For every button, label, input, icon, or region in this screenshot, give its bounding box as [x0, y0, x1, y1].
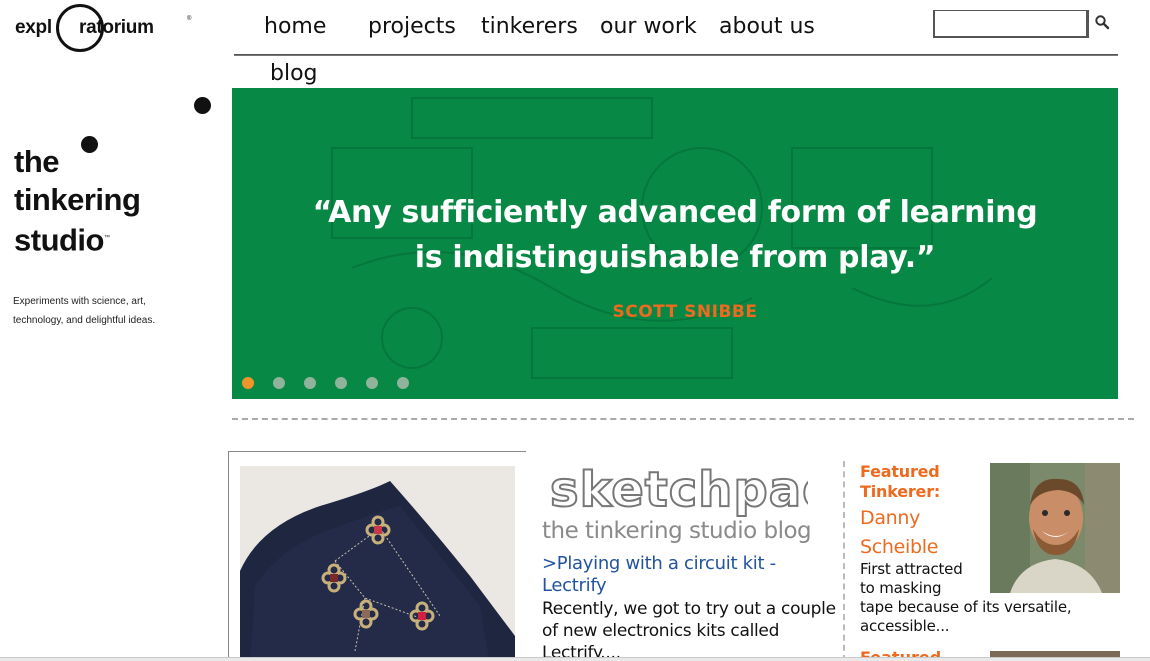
featured-tinkerer-label: Featured Tinkerer: — [860, 462, 940, 502]
felt-circuit-image — [240, 466, 515, 661]
studio-title-line: studio™ — [14, 222, 110, 258]
exploratorium-logo[interactable]: expl ratorium ® — [15, 2, 195, 54]
sketchpad-logo[interactable]: sketchpad — [548, 458, 808, 518]
sketchpad-logo-text: sketchpad — [550, 462, 808, 518]
hero-slider[interactable]: “Any sufficiently advanced form of learn… — [232, 88, 1118, 399]
excerpt-line: Recently, we got to try out a couple — [542, 599, 836, 619]
featured-label-line: Tinkerer: — [860, 482, 941, 501]
featured-name-line: Danny — [860, 507, 921, 529]
sidebar-divider — [843, 461, 845, 661]
post-photo[interactable] — [240, 466, 515, 661]
slider-dot-3[interactable] — [304, 377, 316, 389]
slider-dot-5[interactable] — [366, 377, 378, 389]
post-title-line: >Playing with a circuit kit - — [542, 553, 776, 574]
nav-projects[interactable]: projects — [368, 14, 456, 39]
hero-quote-line: is indistinguishable from play.” — [414, 240, 936, 275]
logo-trademark: ® — [187, 16, 192, 22]
nav-our-work[interactable]: our work — [600, 14, 697, 39]
nav-blog[interactable]: blog — [270, 61, 318, 86]
tinkering-studio-logo[interactable]: the tinkering studio™ — [14, 143, 141, 259]
decorative-dot — [194, 97, 211, 114]
logo-text-right: ratorium — [79, 17, 154, 38]
nav-tinkerers[interactable]: tinkerers — [481, 14, 578, 39]
featured-label-line: Featured — [860, 462, 940, 481]
nav-home[interactable]: home — [264, 14, 326, 39]
search-box — [933, 10, 1089, 38]
slider-dot-1[interactable] — [242, 377, 254, 389]
excerpt-line: of new electronics kits called — [542, 621, 780, 641]
section-divider — [232, 418, 1134, 420]
search-input[interactable] — [935, 11, 1086, 36]
logo-text-left: expl — [15, 17, 52, 38]
nav-about-us[interactable]: about us — [719, 14, 815, 39]
featured-tinkerer-photo[interactable] — [990, 463, 1120, 593]
blog-post-title-link[interactable]: >Playing with a circuit kit - Lectrify — [542, 553, 822, 597]
post-title-line: Lectrify — [542, 575, 607, 596]
featured-desc-line: accessible... — [860, 617, 950, 635]
portrait-image — [990, 463, 1120, 593]
window-bottom-edge — [0, 657, 1150, 661]
blog-subtitle: the tinkering studio blog — [542, 518, 812, 544]
slider-dot-6[interactable] — [397, 377, 409, 389]
studio-title-line: the — [14, 144, 60, 179]
tagline-line: technology, and delightful ideas. — [13, 315, 156, 326]
studio-title-line: tinkering — [14, 182, 141, 217]
slider-dot-2[interactable] — [273, 377, 285, 389]
site-tagline: Experiments with science, art, technolog… — [13, 292, 193, 330]
blog-post-excerpt: Recently, we got to try out a couple of … — [542, 598, 842, 661]
featured-name-line: Scheible — [860, 536, 939, 558]
hero-quote: “Any sufficiently advanced form of learn… — [232, 190, 1118, 280]
hero-quote-author: SCOTT SNIBBE — [612, 302, 758, 322]
hero-quote-line: “Any sufficiently advanced form of learn… — [312, 195, 1038, 230]
featured-desc-line: tape because of its versatile, — [860, 598, 1072, 616]
nav-divider — [234, 54, 1118, 56]
slider-dot-4[interactable] — [335, 377, 347, 389]
search-icon[interactable] — [1094, 14, 1110, 30]
featured-tinkerer-name-link[interactable]: Danny Scheible — [860, 504, 938, 562]
tagline-line: Experiments with science, art, — [13, 296, 146, 307]
